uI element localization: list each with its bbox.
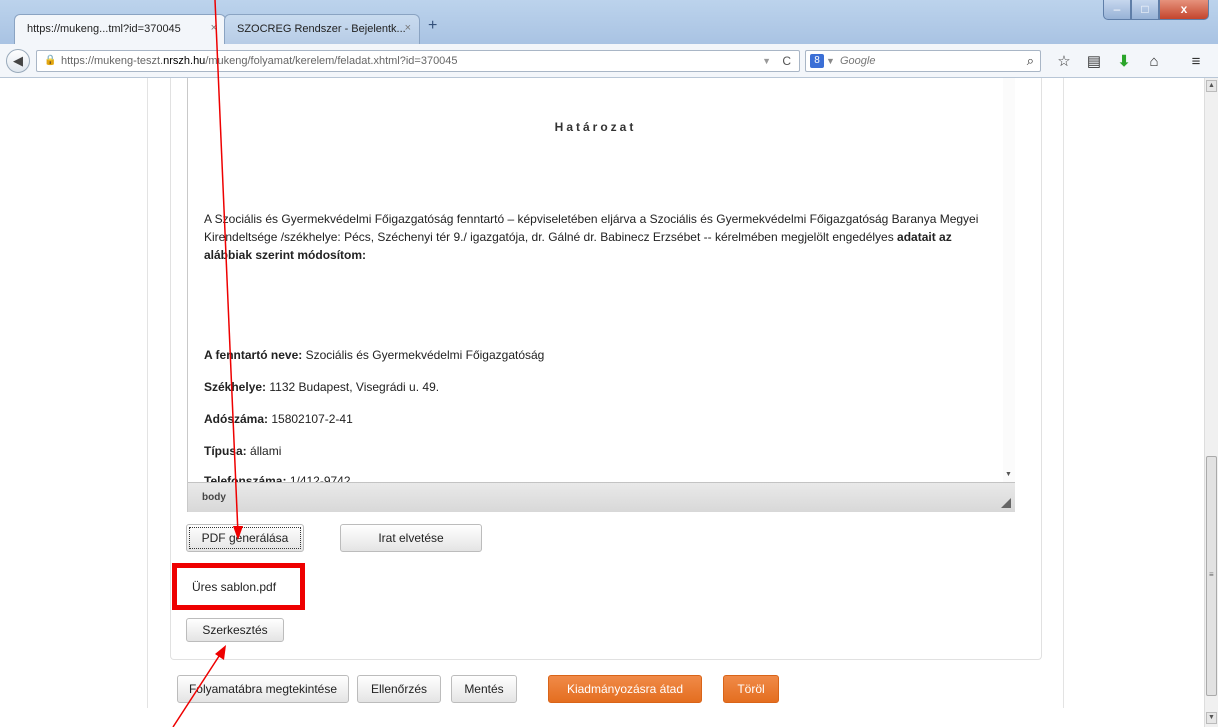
tab-close-icon[interactable]: × (405, 22, 411, 34)
browser-titlebar: https://mukeng...tml?id=370045 × SZOCREG… (0, 0, 1218, 44)
url-dropdown-icon[interactable]: ▼ (762, 51, 771, 71)
search-engine-icon[interactable]: 8 (810, 54, 824, 68)
rich-text-editor[interactable]: Határozat A Szociális és Gyermekvédelmi … (187, 78, 1015, 512)
resize-handle-icon[interactable] (1001, 498, 1011, 508)
element-path-label[interactable]: body (202, 492, 226, 503)
send-for-signature-button[interactable]: Kiadmányozásra átad (548, 675, 702, 703)
field-headquarters: Székhelye: 1132 Budapest, Visegrádi u. 4… (204, 380, 440, 394)
check-button[interactable]: Ellenőrzés (357, 675, 441, 703)
editor-document[interactable]: Határozat A Szociális és Gyermekvédelmi … (188, 78, 1003, 482)
document-title: Határozat (554, 120, 637, 134)
annotation-highlight-box (172, 563, 305, 610)
pdf-generate-button[interactable]: PDF generálása (186, 524, 304, 552)
lock-icon: 🔒 (44, 55, 57, 66)
reading-list-icon[interactable]: ▤ (1084, 54, 1104, 70)
magnifier-icon[interactable]: ⌕ (1027, 51, 1034, 71)
field-phone: Telefonszáma: 1/412-9742 (204, 474, 351, 482)
tab-label: SZOCREG Rendszer - Bejelentk... (237, 23, 406, 35)
window-close-button[interactable]: x (1159, 0, 1209, 20)
tab-label: https://mukeng...tml?id=370045 (27, 23, 181, 35)
bookmark-star-icon[interactable]: ☆ (1054, 54, 1074, 70)
scroll-down-icon[interactable]: ▼ (1206, 712, 1217, 724)
back-arrow-icon[interactable]: ◀ (6, 49, 30, 73)
tab-close-icon[interactable]: × (211, 22, 217, 34)
page-content: Határozat A Szociális és Gyermekvédelmi … (0, 78, 1204, 727)
tab-inactive[interactable]: SZOCREG Rendszer - Bejelentk... × (224, 14, 420, 44)
url-host: nrszh.hu (163, 55, 206, 67)
editor-path-bar: body (188, 482, 1015, 512)
search-engine-dropdown-icon[interactable]: ▼ (826, 51, 835, 71)
field-maintainer-name: A fenntartó neve: Szociális és Gyermekvé… (204, 348, 545, 362)
view-flowchart-button[interactable]: Folyamatábra megtekintése (177, 675, 349, 703)
editor-scrollbar[interactable]: ▼ (1003, 78, 1015, 482)
url-prefix: https://mukeng-teszt. (61, 55, 164, 67)
home-icon[interactable]: ⌂ (1144, 54, 1164, 70)
address-bar[interactable]: 🔒 https://mukeng-teszt.nrszh.hu/mukeng/f… (36, 50, 800, 72)
search-placeholder: Google (840, 55, 876, 67)
edit-button[interactable]: Szerkesztés (186, 618, 284, 642)
delete-button[interactable]: Töröl (723, 675, 779, 703)
discard-document-button[interactable]: Irat elvetése (340, 524, 482, 552)
field-tax-number: Adószáma: 15802107-2-41 (204, 412, 353, 426)
save-button[interactable]: Mentés (451, 675, 517, 703)
page-scrollbar[interactable]: ▲ ≡ ▼ (1204, 78, 1218, 727)
intro-text: A Szociális és Gyermekvédelmi Főigazgató… (204, 212, 979, 244)
new-tab-icon[interactable]: + (428, 17, 437, 35)
tab-active[interactable]: https://mukeng...tml?id=370045 × (14, 14, 226, 44)
window-maximize-button[interactable]: □ (1131, 0, 1159, 20)
document-intro-paragraph: A Szociális és Gyermekvédelmi Főigazgató… (204, 210, 994, 264)
scrollbar-grip-icon: ≡ (1209, 570, 1214, 579)
field-type: Típusa: állami (204, 444, 282, 458)
scrollbar-thumb[interactable]: ≡ (1206, 456, 1217, 696)
download-icon[interactable]: ⬇ (1114, 54, 1134, 70)
navigation-bar: ◀ 🔒 https://mukeng-teszt.nrszh.hu/mukeng… (0, 44, 1218, 78)
url-path: /mukeng/folyamat/kerelem/feladat.xhtml?i… (205, 55, 458, 67)
reload-icon[interactable]: C (782, 51, 791, 71)
scroll-down-icon[interactable]: ▼ (1005, 471, 1012, 478)
menu-icon[interactable]: ≡ (1186, 54, 1206, 70)
search-bar[interactable]: 8 ▼ Google ⌕ (805, 50, 1041, 72)
scroll-up-icon[interactable]: ▲ (1206, 80, 1217, 92)
window-minimize-button[interactable]: – (1103, 0, 1131, 20)
